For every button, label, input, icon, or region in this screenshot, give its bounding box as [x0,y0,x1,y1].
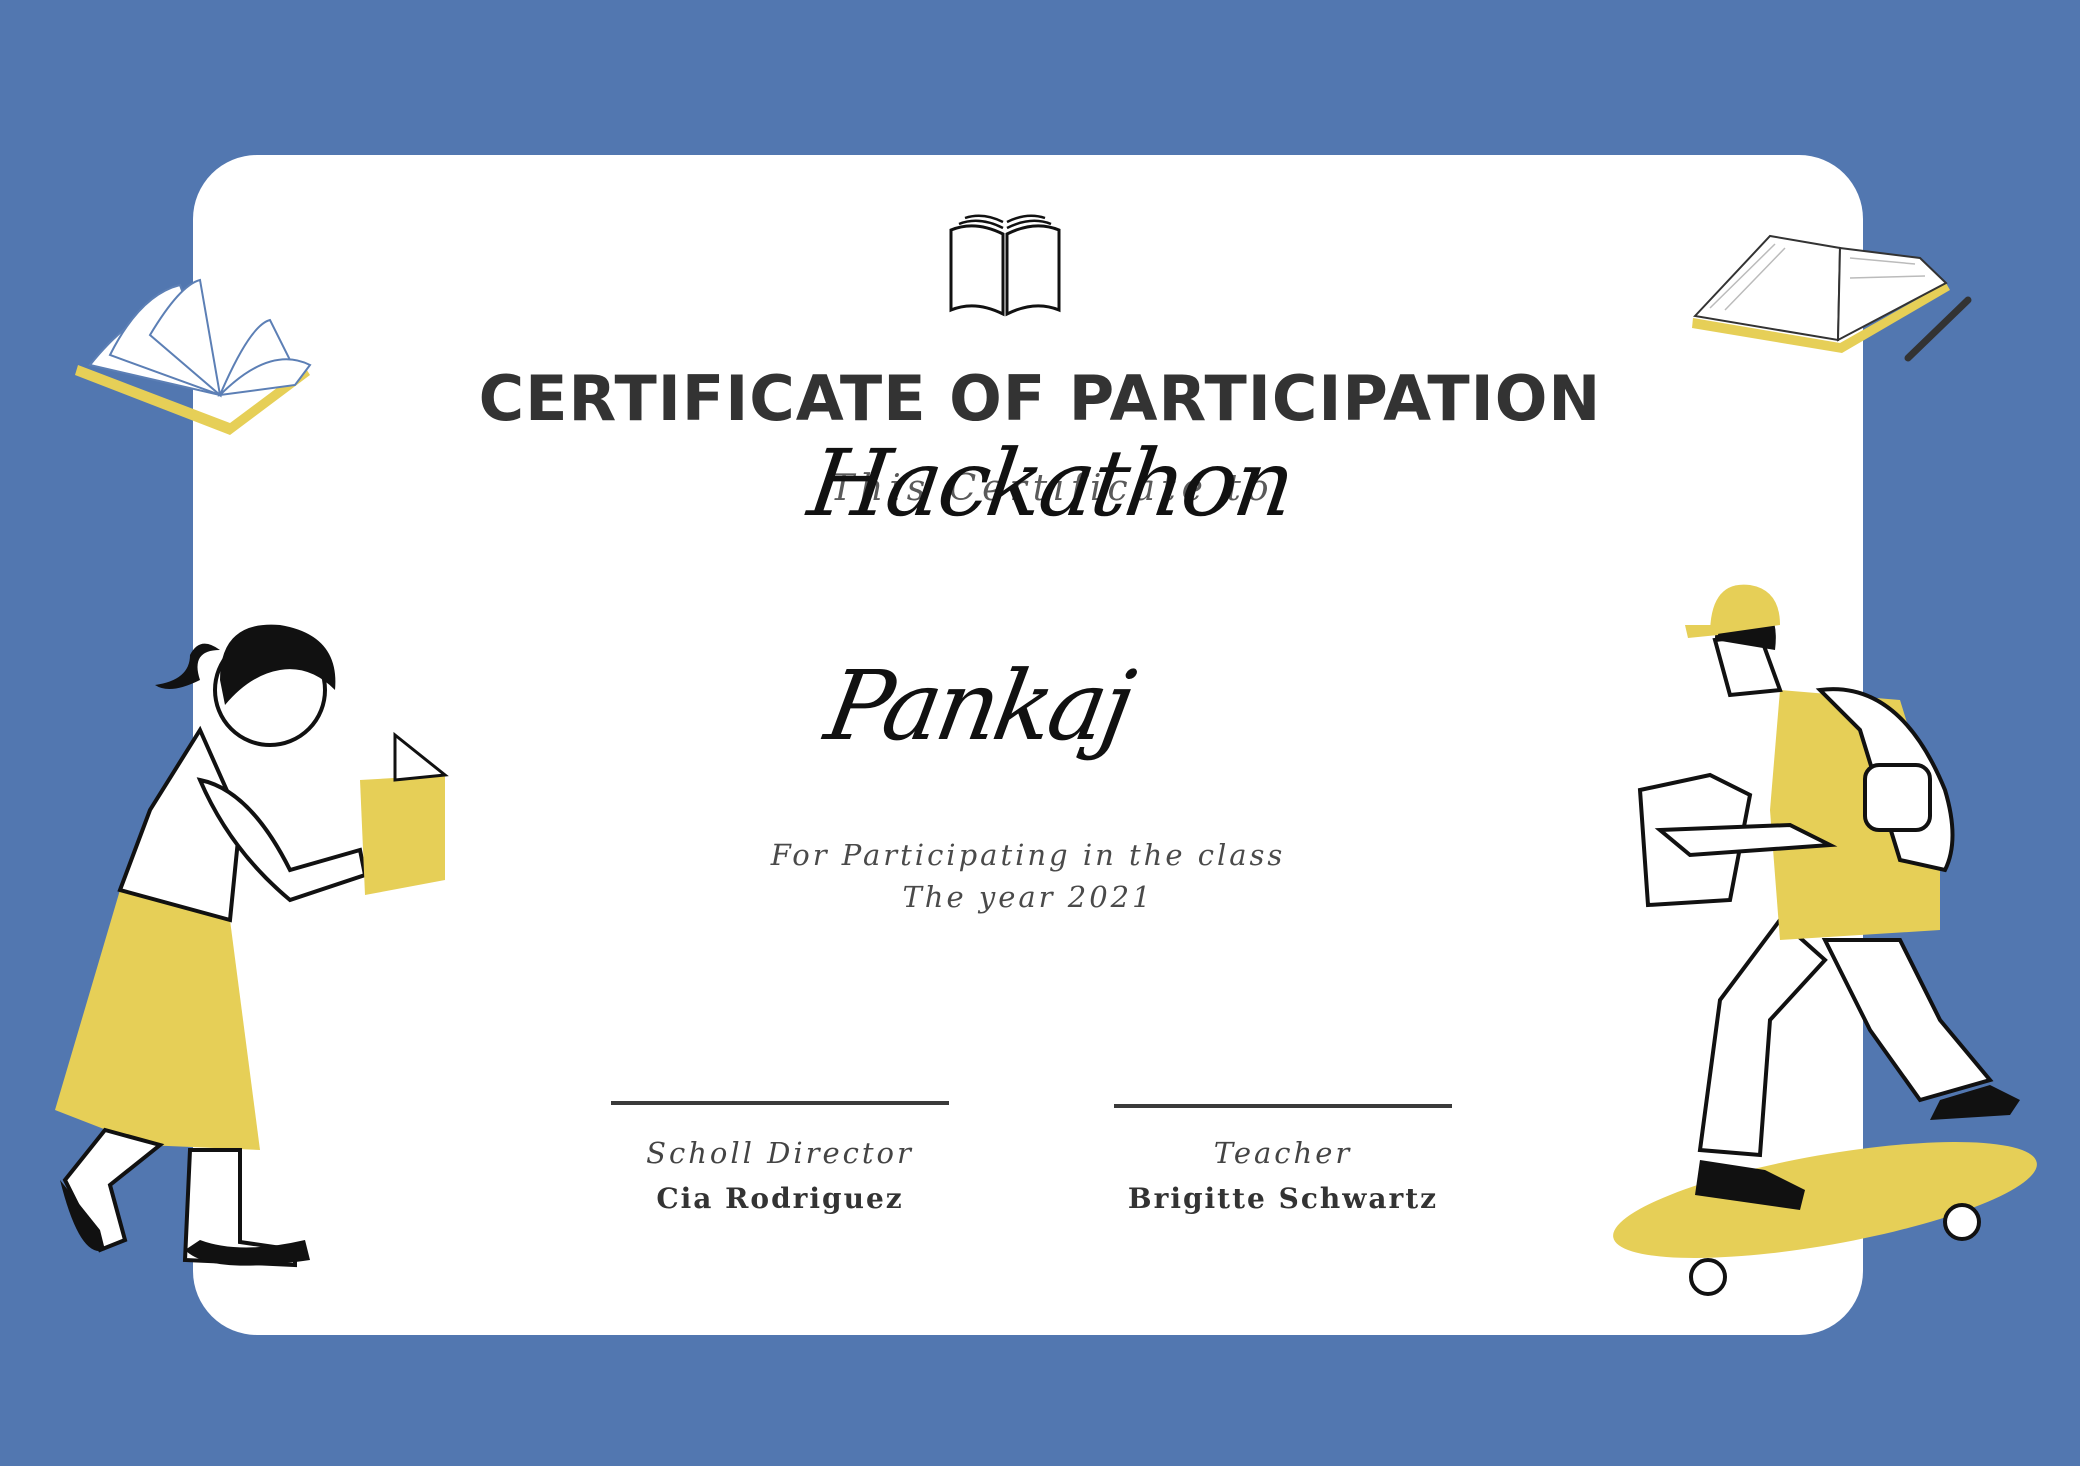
girl-reading-illustration [55,624,449,1268]
signature-line-teacher [1114,1104,1452,1108]
boy-skateboard-illustration [1613,584,2037,1296]
recipient-name: Pankaj [818,650,1139,762]
signature-role-teacher: Teacher [1213,1136,1353,1170]
description-line-1: For Participating in the class [770,838,1286,872]
certificate-title: CERTIFICATE OF PARTICIPATION [478,362,1602,435]
signature-role-director: Scholl Director [646,1136,914,1170]
signature-line-director [611,1101,949,1105]
open-book-icon [949,214,1061,317]
event-name: Hackathon [802,430,1299,537]
signature-name-director: Cia Rodriguez [656,1182,904,1215]
description-line-2: The year 2021 [902,880,1154,914]
open-book-pen-icon [1692,234,1972,362]
signature-name-teacher: Brigitte Schwartz [1127,1182,1439,1215]
